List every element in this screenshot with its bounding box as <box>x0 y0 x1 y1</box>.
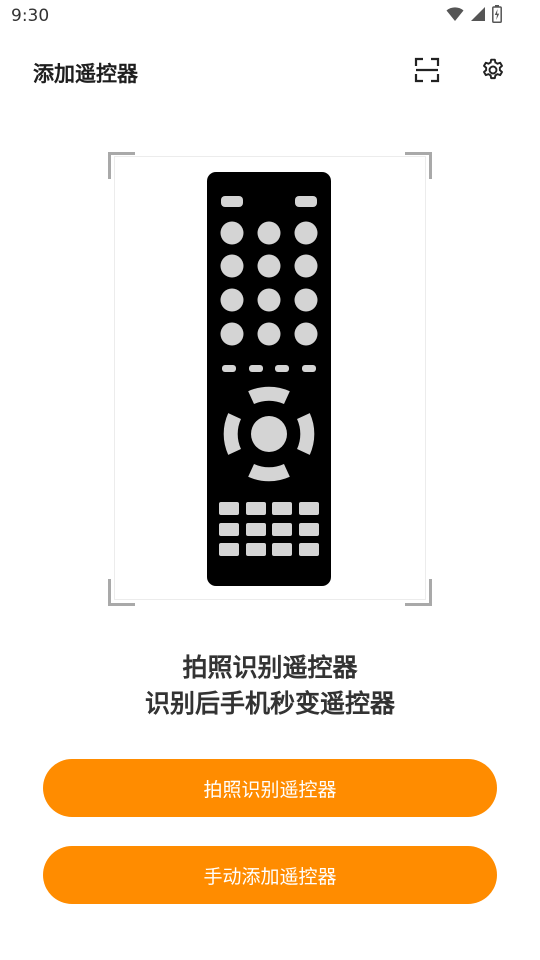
photo-identify-button[interactable]: 拍照识别遥控器 <box>43 759 497 817</box>
photo-identify-button-label: 拍照识别遥控器 <box>203 778 337 801</box>
description-line-1: 拍照识别遥控器 <box>182 653 358 682</box>
status-bar: 9:30 <box>0 0 540 34</box>
frame-corner-bottom-left <box>108 579 135 606</box>
description-text: 拍照识别遥控器 识别后手机秒变遥控器 <box>0 650 540 722</box>
settings-gear-icon <box>480 57 506 87</box>
app-bar: 添加遥控器 <box>0 44 540 100</box>
battery-icon <box>492 5 502 27</box>
frame-corner-bottom-right <box>405 579 432 606</box>
wifi-icon <box>446 6 464 26</box>
description-line-2: 识别后手机秒变遥控器 <box>144 689 395 718</box>
scan-icon <box>414 57 440 87</box>
status-icons <box>446 5 502 27</box>
manual-add-button[interactable]: 手动添加遥控器 <box>43 846 497 904</box>
frame-corner-top-right <box>405 152 432 179</box>
status-time: 9:30 <box>11 6 50 26</box>
remote-control-illustration <box>207 172 331 586</box>
page-title: 添加遥控器 <box>33 62 138 86</box>
manual-add-button-label: 手动添加遥控器 <box>203 865 337 888</box>
scan-button[interactable] <box>409 54 445 90</box>
cellular-signal-icon <box>470 6 486 26</box>
frame-corner-top-left <box>108 152 135 179</box>
settings-button[interactable] <box>475 54 511 90</box>
